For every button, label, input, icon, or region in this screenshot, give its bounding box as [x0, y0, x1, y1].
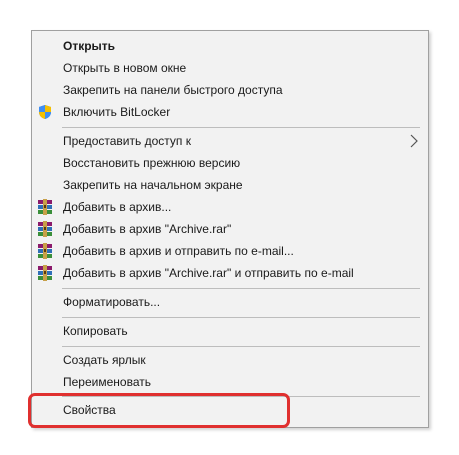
menu-item-restore-previous-version[interactable]: Восстановить прежнюю версию: [32, 152, 428, 174]
chevron-right-icon: [408, 134, 420, 148]
menu-item-label: Переименовать: [63, 375, 151, 389]
menu-item-label: Свойства: [63, 403, 116, 417]
menu-item-open[interactable]: Открыть: [32, 35, 428, 57]
shield-icon: [37, 104, 53, 120]
menu-item-label: Форматировать...: [63, 295, 161, 309]
menu-separator: [62, 346, 420, 347]
menu-item-add-to-archive-email[interactable]: Добавить в архив и отправить по e-mail..…: [32, 240, 428, 262]
menu-separator: [62, 288, 420, 289]
menu-item-add-to-archive-rar-email[interactable]: Добавить в архив "Archive.rar" и отправи…: [32, 262, 428, 284]
menu-item-label: Добавить в архив "Archive.rar": [63, 222, 232, 236]
menu-item-properties[interactable]: Свойства: [32, 399, 428, 421]
menu-item-label: Копировать: [63, 324, 128, 338]
menu-item-create-shortcut[interactable]: Создать ярлык: [32, 349, 428, 371]
menu-item-add-to-archive[interactable]: Добавить в архив...: [32, 196, 428, 218]
menu-item-label: Восстановить прежнюю версию: [63, 156, 241, 170]
menu-item-pin-start[interactable]: Закрепить на начальном экране: [32, 174, 428, 196]
context-menu: Открыть Открыть в новом окне Закрепить н…: [31, 30, 429, 428]
menu-item-label: Добавить в архив...: [63, 200, 172, 214]
menu-separator: [62, 127, 420, 128]
winrar-icon: [37, 243, 53, 259]
menu-separator: [62, 317, 420, 318]
menu-item-label: Предоставить доступ к: [63, 134, 191, 148]
menu-item-open-new-window[interactable]: Открыть в новом окне: [32, 57, 428, 79]
winrar-icon: [37, 199, 53, 215]
menu-item-copy[interactable]: Копировать: [32, 320, 428, 342]
menu-item-pin-quick-access[interactable]: Закрепить на панели быстрого доступа: [32, 79, 428, 101]
menu-item-label: Добавить в архив "Archive.rar" и отправи…: [63, 266, 354, 280]
menu-item-label: Открыть в новом окне: [63, 61, 187, 75]
menu-item-add-to-archive-rar[interactable]: Добавить в архив "Archive.rar": [32, 218, 428, 240]
menu-item-label: Закрепить на начальном экране: [63, 178, 243, 192]
menu-item-give-access[interactable]: Предоставить доступ к: [32, 130, 428, 152]
winrar-icon: [37, 221, 53, 237]
menu-separator: [62, 396, 420, 397]
menu-item-bitlocker[interactable]: Включить BitLocker: [32, 101, 428, 123]
winrar-icon: [37, 265, 53, 281]
menu-item-format[interactable]: Форматировать...: [32, 291, 428, 313]
menu-item-label: Закрепить на панели быстрого доступа: [63, 83, 283, 97]
menu-item-label: Включить BitLocker: [63, 105, 171, 119]
menu-item-label: Добавить в архив и отправить по e-mail..…: [63, 244, 294, 258]
menu-item-label: Открыть: [63, 39, 116, 53]
menu-item-label: Создать ярлык: [63, 353, 146, 367]
menu-item-rename[interactable]: Переименовать: [32, 371, 428, 393]
